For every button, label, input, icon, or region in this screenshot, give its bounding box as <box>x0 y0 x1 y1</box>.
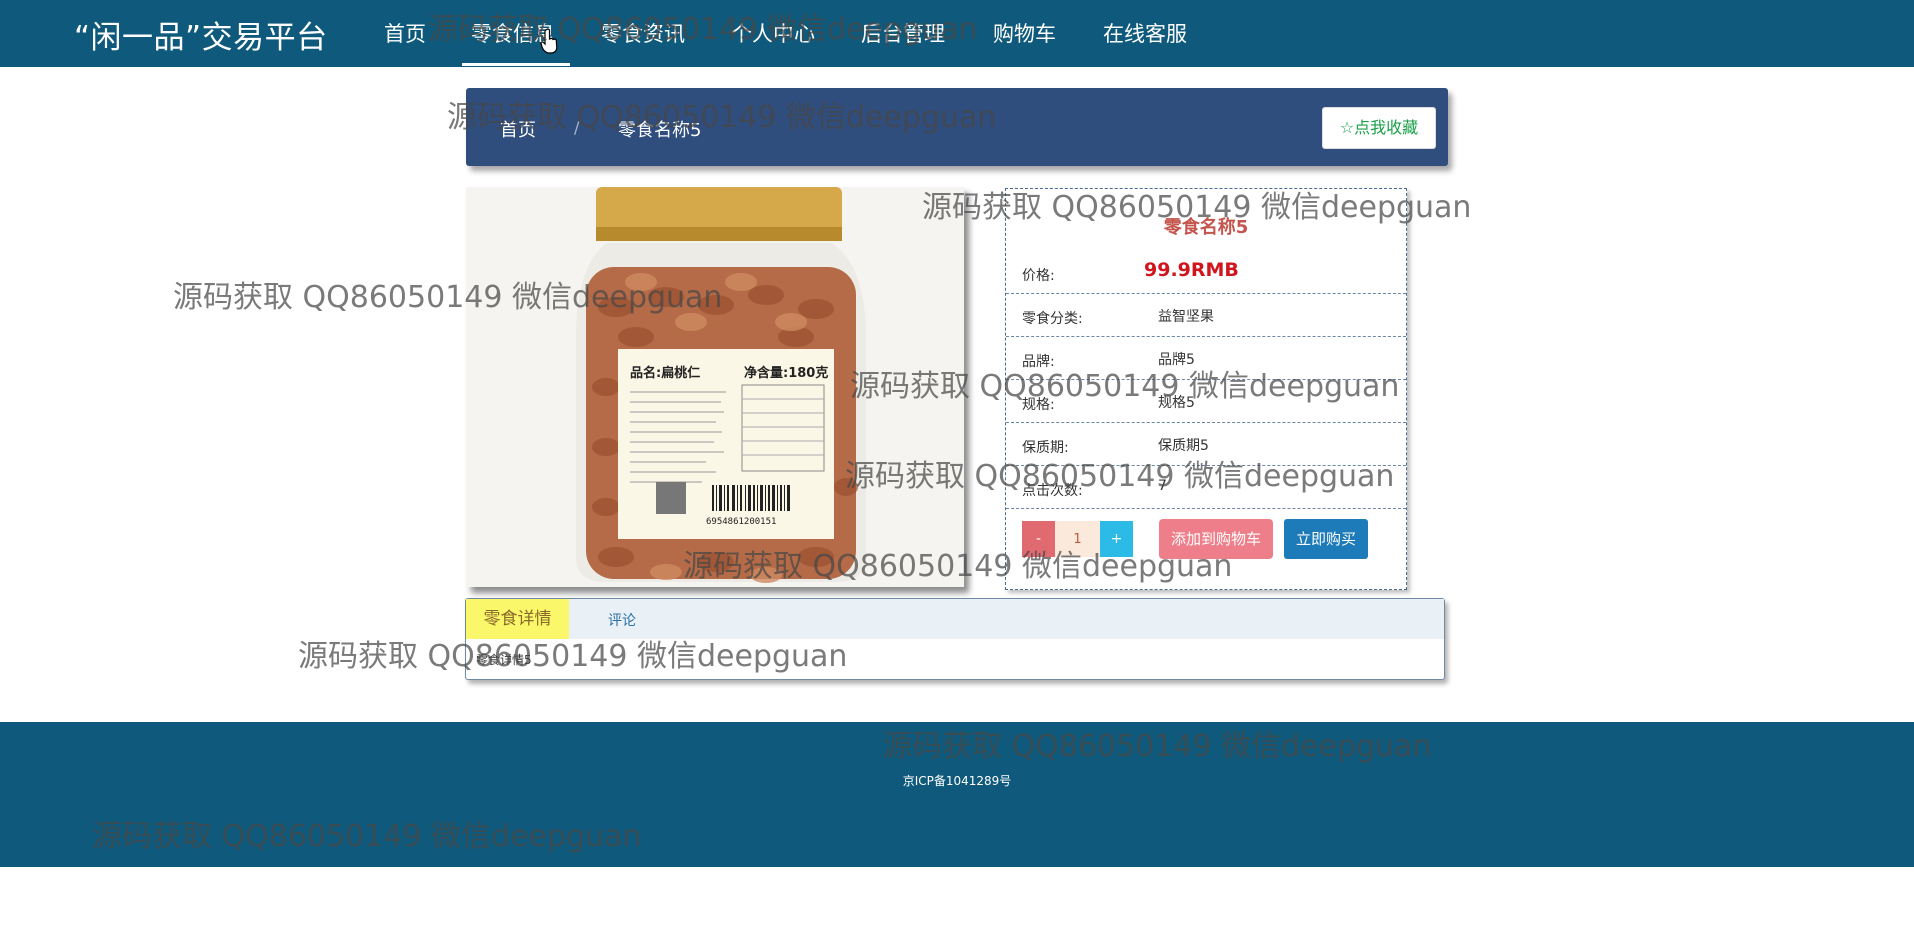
label-barcode-number: 6954861200151 <box>706 517 776 527</box>
spec-row: 规格: 规格5 <box>1006 380 1406 423</box>
nav-admin[interactable]: 后台管理 <box>861 18 945 48</box>
quantity-increase-button[interactable]: + <box>1100 521 1133 557</box>
spec-value: 规格5 <box>1158 395 1195 411</box>
tab-comments[interactable]: 评论 <box>608 610 636 630</box>
shelf-life-row: 保质期: 保质期5 <box>1006 423 1406 466</box>
almond-jar-illustration: 品名:扁桃仁 净含量:180克 6954861200151 <box>466 187 964 587</box>
product-image: 品名:扁桃仁 净含量:180克 6954861200151 <box>466 187 964 587</box>
tab-snack-detail[interactable]: 零食详情 <box>466 599 569 639</box>
quantity-input[interactable] <box>1055 521 1100 557</box>
price-label: 价格: <box>1022 268 1055 284</box>
site-brand[interactable]: “闲一品”交易平台 <box>74 12 328 57</box>
brand-label: 品牌: <box>1022 354 1055 370</box>
product-title: 零食名称5 <box>1163 217 1249 238</box>
footer: 京ICP备1041289号 <box>0 722 1914 867</box>
price-row: 价格: 99.9RMB <box>1006 251 1406 294</box>
category-value: 益智坚果 <box>1158 309 1214 325</box>
nav-home[interactable]: 首页 <box>384 18 426 48</box>
shelf-life-label: 保质期: <box>1022 440 1069 456</box>
label-product-name: 品名:扁桃仁 <box>630 365 700 381</box>
icp-record: 京ICP备1041289号 <box>902 774 1012 788</box>
category-row: 零食分类: 益智坚果 <box>1006 294 1406 337</box>
nav-personal-center[interactable]: 个人中心 <box>731 18 815 48</box>
nav-snack-news[interactable]: 零食资讯 <box>601 18 685 48</box>
quantity-decrease-button[interactable]: - <box>1022 521 1055 557</box>
nav-active-indicator <box>462 63 570 66</box>
breadcrumb: 首页 / 零食名称5 ☆点我收藏 <box>466 88 1448 166</box>
nav-customer-service[interactable]: 在线客服 <box>1103 18 1187 48</box>
product-info-panel: 零食名称5 价格: 99.9RMB 零食分类: 益智坚果 品牌: 品牌5 规格:… <box>1005 188 1407 590</box>
brand-row: 品牌: 品牌5 <box>1006 337 1406 380</box>
click-count-value: 7 <box>1158 478 1167 494</box>
buy-now-button[interactable]: 立即购买 <box>1284 519 1368 559</box>
hand-cursor-icon <box>540 28 558 54</box>
favorite-button[interactable]: ☆点我收藏 <box>1322 107 1436 149</box>
top-navbar: “闲一品”交易平台 首页 零食信息 零食资讯 个人中心 后台管理 购物车 在线客… <box>0 0 1914 67</box>
shelf-life-value: 保质期5 <box>1158 438 1209 454</box>
breadcrumb-current: 零食名称5 <box>618 120 702 141</box>
breadcrumb-home[interactable]: 首页 <box>500 116 536 142</box>
add-to-cart-button[interactable]: 添加到购物车 <box>1159 519 1273 559</box>
label-net-weight: 净含量:180克 <box>744 365 828 381</box>
detail-tabs: 零食详情 评论 零食详情5 <box>465 598 1445 680</box>
breadcrumb-separator: / <box>574 118 580 137</box>
spec-label: 规格: <box>1022 397 1055 413</box>
click-count-label: 点击次数: <box>1022 483 1083 499</box>
tab-content-text: 零食详情5 <box>476 653 532 667</box>
price-value: 99.9RMB <box>1144 259 1239 281</box>
nav-cart[interactable]: 购物车 <box>993 18 1056 48</box>
brand-value: 品牌5 <box>1158 352 1195 368</box>
category-label: 零食分类: <box>1022 311 1083 327</box>
click-count-row: 点击次数: 7 <box>1006 466 1406 509</box>
